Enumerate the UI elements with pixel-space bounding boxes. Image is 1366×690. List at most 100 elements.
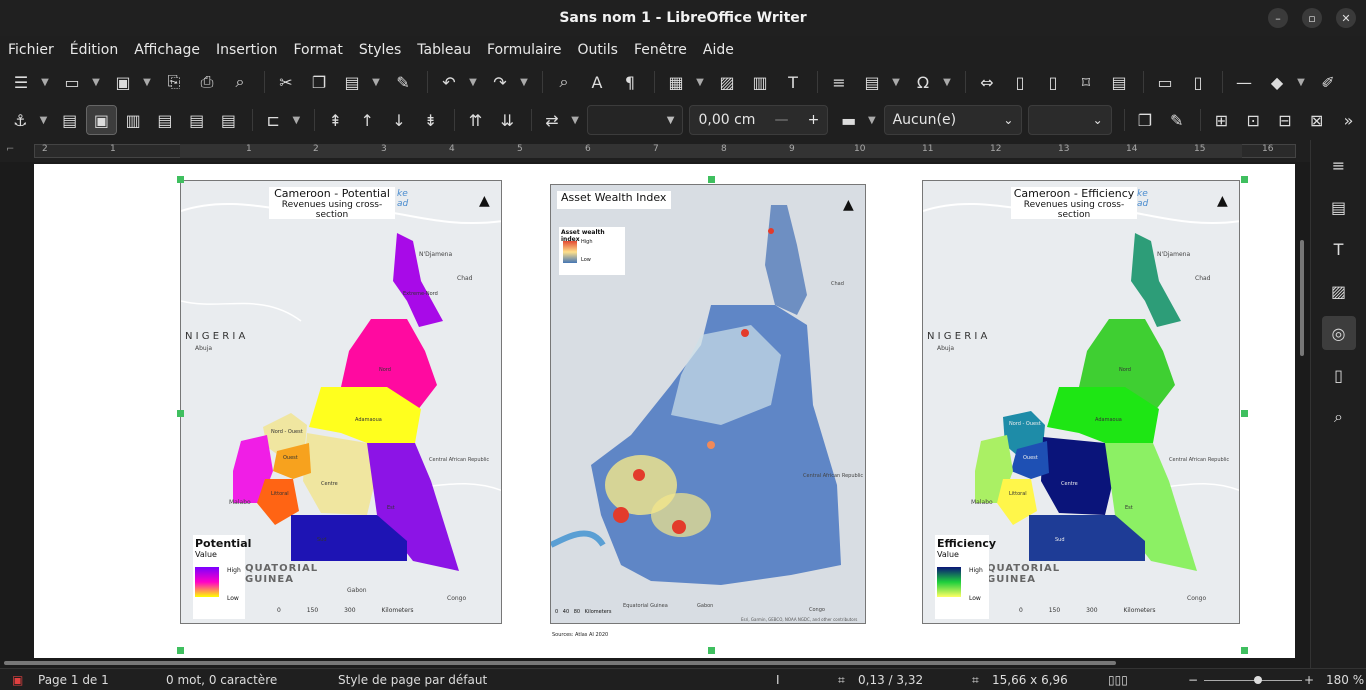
wrap-right-icon[interactable]: ▤ — [182, 106, 211, 134]
maximize-button[interactable]: ▫ — [1302, 8, 1322, 28]
horizontal-ruler[interactable]: ⌐ 2 1 1 2 3 4 5 6 7 8 9 10 11 12 13 14 1… — [0, 140, 1310, 162]
selection-handle[interactable] — [177, 410, 184, 417]
spacing-field[interactable]: 0,00 cm — + — [689, 105, 829, 135]
document-area[interactable]: Cameroon - Potential Revenues using cros… — [0, 162, 1310, 658]
menu-tableau[interactable]: Tableau — [417, 42, 471, 58]
chevron-down-icon[interactable]: ▼ — [866, 106, 878, 134]
formatting-marks-icon[interactable]: ¶ — [615, 68, 645, 96]
cross-reference-icon[interactable]: ▤ — [1104, 68, 1134, 96]
footnote-icon[interactable]: ▯ — [1005, 68, 1035, 96]
navigator-icon[interactable]: ◎ — [1321, 316, 1356, 350]
optimal-wrap-icon[interactable]: ▥ — [119, 106, 148, 134]
endnote-icon[interactable]: ▯ — [1038, 68, 1068, 96]
copy-icon[interactable]: ❐ — [304, 68, 334, 96]
zoom-slider-thumb[interactable] — [1254, 676, 1262, 684]
special-character-icon[interactable]: Ω — [908, 68, 938, 96]
chevron-down-icon[interactable]: ▼ — [467, 68, 479, 96]
menu-formulaire[interactable]: Formulaire — [487, 42, 562, 58]
ungroup-icon[interactable]: ⊟ — [1271, 106, 1300, 134]
potential-map[interactable]: Cameroon - Potential Revenues using cros… — [180, 180, 502, 624]
page-icon[interactable]: ▯ — [1322, 358, 1356, 392]
zoom-out-icon[interactable]: − — [1188, 673, 1198, 687]
sidebar-menu-icon[interactable]: ≡ — [1322, 148, 1356, 182]
menu-fenetre[interactable]: Fenêtre — [634, 42, 687, 58]
styles-icon[interactable]: T — [1322, 232, 1356, 266]
menu-affichage[interactable]: Affichage — [134, 42, 200, 58]
chevron-down-icon[interactable]: ▼ — [141, 68, 153, 96]
frame-properties-icon[interactable]: ⊠ — [1302, 106, 1331, 134]
chevron-down-icon[interactable]: ▼ — [291, 106, 303, 134]
menu-outils[interactable]: Outils — [578, 42, 618, 58]
chevron-down-icon[interactable]: ▼ — [90, 68, 102, 96]
selection-handle[interactable] — [1241, 410, 1248, 417]
zoom-slider[interactable] — [1204, 680, 1302, 681]
menu-edition[interactable]: Édition — [70, 42, 118, 58]
chevron-down-icon[interactable]: ▼ — [890, 68, 902, 96]
spelling-icon[interactable]: A — [582, 68, 612, 96]
more-options-icon[interactable]: » — [1334, 106, 1363, 134]
chevron-down-icon[interactable]: ▼ — [569, 106, 581, 134]
zoom-level[interactable]: 180 % — [1326, 673, 1364, 687]
menu-aide[interactable]: Aide — [703, 42, 734, 58]
area-style-icon[interactable]: ▬ — [834, 106, 863, 134]
page[interactable]: Cameroon - Potential Revenues using cros… — [34, 164, 1295, 658]
paste-icon[interactable]: ▤ — [337, 68, 367, 96]
insert-table-icon[interactable]: ▦ — [661, 68, 691, 96]
page-count[interactable]: Page 1 de 1 — [38, 673, 109, 687]
draw-functions-icon[interactable]: ✐ — [1313, 68, 1343, 96]
to-background-icon[interactable]: ⇊ — [493, 106, 522, 134]
send-to-back-icon[interactable]: ⇟ — [416, 106, 445, 134]
chevron-down-icon[interactable]: ▼ — [39, 68, 51, 96]
chevron-down-icon[interactable]: ▼ — [941, 68, 953, 96]
insert-line-icon[interactable]: — — [1229, 68, 1259, 96]
wrap-left-icon[interactable]: ▤ — [151, 106, 180, 134]
group-icon[interactable]: ⊡ — [1239, 106, 1268, 134]
horizontal-scrollbar[interactable] — [0, 658, 1310, 668]
find-replace-icon[interactable]: ⌕ — [549, 68, 579, 96]
close-button[interactable]: ✕ — [1336, 8, 1356, 28]
chevron-down-icon[interactable]: ▼ — [370, 68, 382, 96]
print-icon[interactable]: ⎙ — [192, 68, 222, 96]
document-modified-icon[interactable]: ▣ — [12, 673, 23, 687]
anchor-icon[interactable]: ⚓ — [6, 106, 35, 134]
view-layout-icon[interactable]: ▯▯▯ — [1108, 673, 1128, 687]
plus-icon[interactable]: + — [808, 112, 820, 128]
selection-handle[interactable] — [708, 176, 715, 183]
sidebar-toggle-icon[interactable]: ☰ — [6, 68, 36, 96]
wrap-through-icon[interactable]: ▤ — [214, 106, 243, 134]
selection-handle[interactable] — [1241, 176, 1248, 183]
minimize-button[interactable]: – — [1268, 8, 1288, 28]
gallery-icon[interactable]: ▨ — [1322, 274, 1356, 308]
basic-shapes-icon[interactable]: ◆ — [1262, 68, 1292, 96]
insert-chart-icon[interactable]: ▥ — [745, 68, 775, 96]
line-width-field[interactable]: ▼ — [586, 105, 684, 135]
horizontal-scroll-thumb[interactable] — [4, 661, 1116, 665]
align-objects-icon[interactable]: ⊏ — [259, 106, 288, 134]
page-wrap-icon[interactable]: ▣ — [86, 105, 117, 135]
menu-fichier[interactable]: Fichier — [8, 42, 54, 58]
page-style[interactable]: Style de page par défaut — [338, 673, 487, 687]
efficiency-map[interactable]: Cameroon - Efficiency Revenues using cro… — [922, 180, 1240, 624]
insert-caption-icon[interactable]: ❐ — [1131, 106, 1160, 134]
zoom-in-icon[interactable]: + — [1304, 673, 1314, 687]
to-foreground-icon[interactable]: ⇈ — [461, 106, 490, 134]
menu-format[interactable]: Format — [293, 42, 342, 58]
page-break-icon[interactable]: ≡ — [824, 68, 854, 96]
menu-insertion[interactable]: Insertion — [216, 42, 277, 58]
redo-icon[interactable]: ↷ — [485, 68, 515, 96]
undo-icon[interactable]: ↶ — [434, 68, 464, 96]
minus-icon[interactable]: — — [775, 112, 789, 128]
menu-styles[interactable]: Styles — [359, 42, 401, 58]
track-changes-icon[interactable]: ▯ — [1183, 68, 1213, 96]
insert-field-icon[interactable]: ▤ — [857, 68, 887, 96]
print-preview-icon[interactable]: ⌕ — [225, 68, 255, 96]
selection-handle[interactable] — [1241, 647, 1248, 654]
insert-textbox-icon[interactable]: T — [778, 68, 808, 96]
chevron-down-icon[interactable]: ▼ — [38, 106, 50, 134]
selection-handle[interactable] — [177, 647, 184, 654]
clone-formatting-icon[interactable]: ✎ — [388, 68, 418, 96]
properties-icon[interactable]: ▤ — [1322, 190, 1356, 224]
forward-one-icon[interactable]: ↑ — [353, 106, 382, 134]
wealth-map[interactable]: Asset Wealth Index ▲ Asset wealth index … — [550, 184, 866, 624]
selection-handle[interactable] — [177, 176, 184, 183]
